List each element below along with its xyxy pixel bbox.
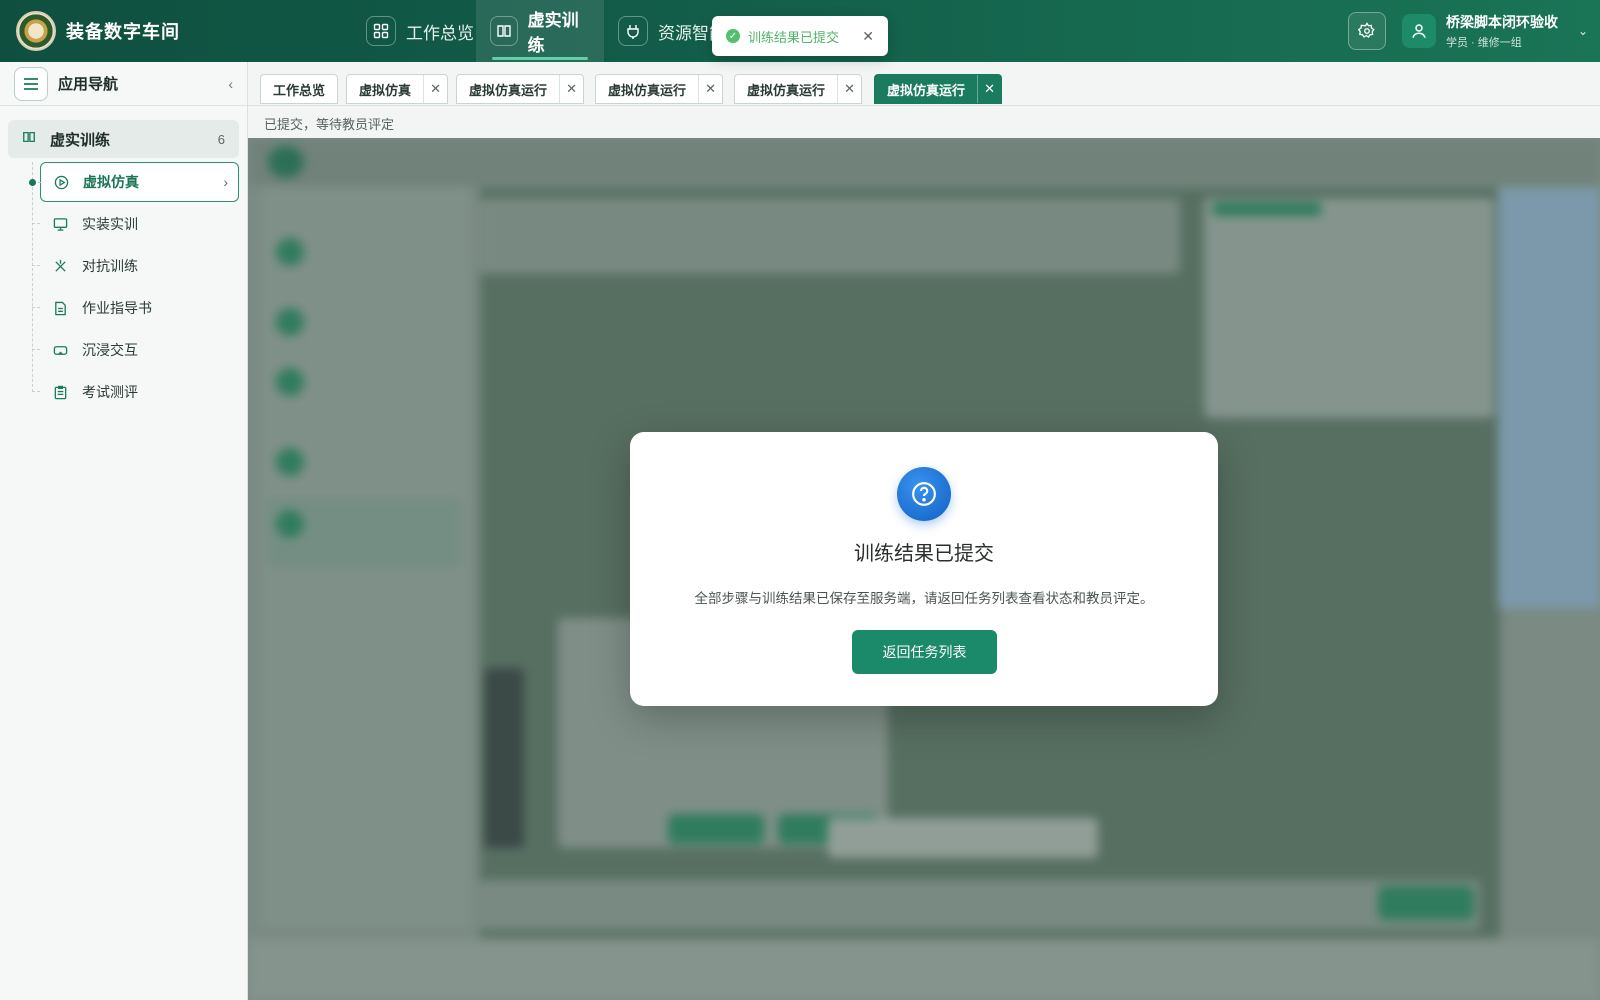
dialog-message: 全部步骤与训练结果已保存至服务端，请返回任务列表查看状态和教员评定。 (694, 591, 1154, 606)
success-toast: ✓ 训练结果已提交 ✕ (712, 16, 888, 56)
user-avatar-icon (1402, 14, 1436, 48)
close-icon[interactable]: ✕ (559, 75, 583, 103)
chevron-left-icon[interactable]: ‹ (228, 76, 233, 92)
sidebar-item-label: 考试测评 (82, 384, 138, 400)
sidebar-item-label: 对抗训练 (82, 258, 138, 274)
sidebar-title: 应用导航 (58, 76, 119, 93)
close-icon[interactable]: ✕ (837, 75, 861, 103)
sidebar-group-training[interactable]: 虚实训练 6 (8, 120, 239, 158)
toast-text: 训练结果已提交 (748, 29, 840, 45)
sidebar-item-confrontation[interactable]: 对抗训练 (32, 246, 239, 286)
user-role: 学员 · 维修一组 (1446, 37, 1522, 49)
chevron-right-icon: › (223, 174, 228, 190)
close-icon[interactable]: ✕ (423, 75, 447, 103)
sidebar-group-count: 6 (217, 131, 225, 147)
status-line: 已提交，等待教员评定 (248, 106, 1600, 138)
sidebar-item-label: 沉浸交互 (82, 342, 138, 358)
tab-sim-run-1[interactable]: 虚拟仿真运行 ✕ (456, 74, 585, 104)
topnav-training[interactable]: 虚实训练 (476, 0, 604, 62)
tab-overview[interactable]: 工作总览 (260, 74, 339, 104)
sidebar-item-label: 虚拟仿真 (83, 174, 139, 190)
sidebar: 应用导航 ‹ 虚实训练 6 虚拟仿真 › 实装实训 对抗训练 作业指导书 沉浸交… (0, 62, 248, 1000)
close-icon[interactable]: ✕ (977, 75, 1001, 103)
sidebar-item-exam[interactable]: 考试测评 (32, 372, 239, 412)
check-circle-icon: ✓ (726, 29, 740, 43)
versus-icon (52, 258, 68, 274)
tab-label: 虚拟仿真运行 (887, 82, 966, 98)
tab-label: 虚拟仿真运行 (608, 82, 687, 98)
emblem-logo (16, 11, 56, 51)
vr-headset-icon (52, 342, 68, 358)
tab-label: 虚拟仿真运行 (747, 82, 826, 98)
submit-result-dialog: 训练结果已提交 全部步骤与训练结果已保存至服务端，请返回任务列表查看状态和教员评… (630, 432, 1218, 706)
page-tabs-bar: 工作总览 虚拟仿真 ✕ 虚拟仿真运行 ✕ 虚拟仿真运行 ✕ 虚拟仿真运行 ✕ 虚… (248, 62, 1600, 106)
sidebar-group-label: 虚实训练 (50, 131, 111, 149)
tab-label: 虚拟仿真 (359, 82, 412, 98)
topnav-overview[interactable]: 工作总览 (352, 0, 488, 62)
sidebar-item-real-training[interactable]: 实装实训 (32, 204, 239, 244)
sidebar-header: 应用导航 ‹ (0, 62, 247, 106)
monitor-icon (52, 216, 68, 232)
sidebar-item-virtual-sim[interactable]: 虚拟仿真 › (29, 162, 239, 202)
topnav-training-label: 虚实训练 (527, 11, 579, 55)
chevron-down-icon: ⌄ (1578, 24, 1589, 38)
return-to-task-list-button[interactable]: 返回任务列表 (852, 630, 997, 674)
grid-icon (366, 16, 396, 46)
clipboard-icon (52, 384, 68, 400)
sidebar-item-label: 实装实训 (82, 216, 138, 232)
sidebar-item-immersive[interactable]: 沉浸交互 (32, 330, 239, 370)
gear-icon (1358, 22, 1375, 38)
topnav-overview-label: 工作总览 (406, 23, 474, 43)
toast-close-icon[interactable]: ✕ (862, 28, 874, 45)
sidebar-item-guide[interactable]: 作业指导书 (32, 288, 239, 328)
book-icon (22, 130, 36, 148)
user-name: 桥梁脚本闭环验收 (1446, 14, 1558, 30)
book-icon (490, 16, 518, 46)
plug-icon (618, 16, 648, 46)
user-menu[interactable]: 桥梁脚本闭环验收 学员 · 维修一组 ⌄ (1402, 12, 1588, 50)
settings-button[interactable] (1348, 12, 1386, 50)
menu-toggle-button[interactable] (14, 66, 48, 101)
dialog-title: 训练结果已提交 (854, 543, 994, 565)
document-icon (52, 300, 68, 316)
question-circle-icon (897, 467, 951, 521)
play-circle-icon (53, 174, 69, 190)
sidebar-tree: 虚拟仿真 › 实装实训 对抗训练 作业指导书 沉浸交互 考试测评 (29, 162, 247, 412)
tab-virtual-sim[interactable]: 虚拟仿真 ✕ (346, 74, 449, 104)
hamburger-icon (24, 77, 38, 90)
close-icon[interactable]: ✕ (698, 75, 722, 103)
tab-sim-run-2[interactable]: 虚拟仿真运行 ✕ (595, 74, 724, 104)
app-title: 装备数字车间 (66, 22, 180, 42)
sidebar-item-label: 作业指导书 (82, 300, 152, 316)
tab-sim-run-3[interactable]: 虚拟仿真运行 ✕ (734, 74, 863, 104)
tab-label: 工作总览 (273, 82, 326, 98)
tab-sim-run-active[interactable]: 虚拟仿真运行 ✕ (874, 74, 1003, 104)
tab-label: 虚拟仿真运行 (469, 82, 548, 98)
